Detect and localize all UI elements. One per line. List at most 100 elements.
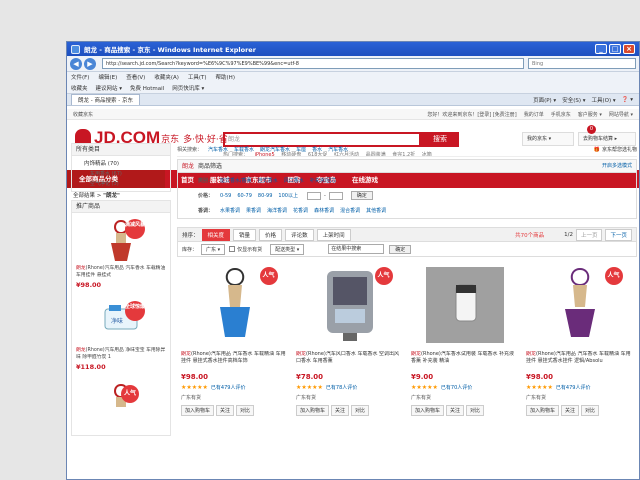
sort-sales[interactable]: 销量 (233, 228, 257, 241)
ie-search-input[interactable]: Bing (528, 58, 636, 69)
related-link[interactable]: 朗龙汽车香水 (260, 143, 290, 156)
region-select[interactable]: 广东 ▾ (201, 243, 226, 255)
product-name[interactable]: 朗龙(Rhone)汽车香水试用装 车载香水 补充液 香薰 补充装 精油 (411, 351, 518, 372)
bookmark-jd-link[interactable]: 收藏京东 (73, 111, 93, 118)
menu-tools[interactable]: 工具(T) (188, 73, 207, 81)
menu-favorites[interactable]: 收藏夹(A) (154, 73, 179, 81)
price-ok-button[interactable]: 确定 (350, 191, 373, 200)
filter-option[interactable]: 0-59 (220, 193, 231, 199)
back-button[interactable]: ◀ (70, 57, 82, 70)
product-image[interactable]: 人气 (190, 265, 280, 345)
related-link[interactable]: 汽车香水 (328, 143, 348, 156)
follow-button[interactable]: 关注 (331, 405, 350, 416)
related-link[interactable]: 汽车香水 (208, 143, 228, 156)
product-name[interactable]: 朗龙(Rhone)汽车用品 汽车香水 车载精油 车用挂件 悬挂式香水挂件 逻辑/… (526, 351, 633, 372)
filter-option[interactable]: 其他香调 (366, 207, 386, 214)
filter-option[interactable]: 海洋香调 (267, 207, 287, 214)
site-nav-link[interactable]: 网站导航 ▾ (609, 111, 633, 118)
product-image[interactable] (420, 265, 510, 345)
customer-service-link[interactable]: 客户服务 ▾ (578, 111, 602, 118)
product-card[interactable]: 人气 朗龙(Rhone)汽车用品 汽车香水 车载精油 车用挂件 悬挂式香水挂件 … (522, 265, 637, 416)
fav-hotmail[interactable]: 免费 Hotmail (130, 84, 164, 92)
related-link[interactable]: 香水 (312, 143, 322, 156)
tab-current[interactable]: 朗龙 - 商品搜索 - 京东 (71, 94, 140, 105)
next-page-button[interactable]: 下一页 (605, 228, 632, 241)
price-min-input[interactable] (306, 191, 321, 200)
mobile-jd-link[interactable]: 手机京东 (551, 111, 571, 118)
related-link[interactable]: 车载香水 (234, 143, 254, 156)
follow-button[interactable]: 关注 (446, 405, 465, 416)
product-name[interactable]: 朗龙(Rhone)汽车用品 汽车香水 车载精油 车用挂件 悬挂式香水挂件高档车饰 (181, 351, 288, 372)
review-count[interactable]: 已有479人评价 (556, 384, 591, 391)
forward-button[interactable]: ▶ (84, 57, 96, 70)
login-link[interactable]: 您好！欢迎来到京东！[登录] [免费注册] (427, 111, 516, 118)
add-to-cart-button[interactable]: 加入购物车 (411, 405, 445, 416)
car-purifier-image[interactable]: 净味 全球惊爆 (101, 301, 145, 345)
compare-button[interactable]: 对比 (236, 405, 255, 416)
price-max-input[interactable] (328, 191, 343, 200)
multi-select-toggle[interactable]: 开启多选模式 (602, 160, 632, 172)
filter-option[interactable]: 80-99 (258, 193, 273, 199)
sort-newest[interactable]: 上架时间 (316, 228, 351, 241)
maximize-button[interactable]: □ (609, 44, 621, 54)
perfume-hanging-image[interactable]: 满减风暴 (101, 219, 145, 263)
sort-price[interactable]: 价格 (259, 228, 283, 241)
tool-page[interactable]: 页面(P) ▾ (533, 96, 556, 104)
menu-view[interactable]: 查看(V) (126, 73, 145, 81)
prev-page-button[interactable]: 上一页 (575, 228, 603, 241)
product-card[interactable]: 人气 朗龙(Rhone)汽车用品 汽车香水 车载精油 车用挂件 悬挂式香水挂件高… (177, 265, 292, 416)
product-card[interactable]: 人气 朗龙(Rhone)汽车风口香水 车载香水 空调出风口香水 车用香薰 ¥78… (292, 265, 407, 416)
in-result-search-input[interactable]: 在结果中搜索 (328, 244, 385, 254)
compare-button[interactable]: 对比 (466, 405, 485, 416)
compare-button[interactable]: 对比 (581, 405, 600, 416)
perfume-hanging-image[interactable]: 人气 (101, 383, 141, 427)
filter-option[interactable]: 100以上 (278, 192, 298, 199)
review-count[interactable]: 已有78人评价 (326, 384, 357, 391)
fav-webslice[interactable]: 网页快讯库 ▾ (172, 84, 204, 92)
in-result-search-button[interactable]: 确定 (389, 244, 412, 254)
filter-option[interactable]: 水果香调 (220, 207, 240, 214)
sort-reviews[interactable]: 评论数 (285, 228, 314, 241)
promo-name[interactable]: 朗龙(Rhone)汽车用品 净味宝宝 车用除异味 除甲醛竹炭 1 (76, 347, 166, 361)
minimize-button[interactable]: _ (595, 44, 607, 54)
product-image[interactable]: 人气 (535, 265, 625, 345)
menu-file[interactable]: 文件(F) (71, 73, 89, 81)
follow-button[interactable]: 关注 (561, 405, 580, 416)
menu-help[interactable]: 帮助(H) (216, 73, 235, 81)
promo-name[interactable]: 朗龙(Rhone)汽车用品 汽车香水 车载精油 车用挂件 悬挂式 (76, 265, 166, 279)
review-count[interactable]: 已有479人评价 (211, 384, 246, 391)
compare-button[interactable]: 对比 (351, 405, 370, 416)
add-to-cart-button[interactable]: 加入购物车 (296, 405, 330, 416)
category-sub[interactable]: 空气净化 (3) (72, 178, 170, 191)
filter-option[interactable]: 混合香调 (340, 207, 360, 214)
category-main[interactable]: 内饰精品 (70) (72, 156, 170, 168)
product-name[interactable]: 朗龙(Rhone)汽车风口香水 车载香水 空调出风口香水 车用香薰 (296, 351, 403, 372)
filter-option[interactable]: 风口香水 (284, 177, 304, 184)
category-sub[interactable]: 车用香水 (67) (72, 168, 170, 178)
promo-item[interactable]: 净味 全球惊爆 朗龙(Rhone)汽车用品 净味宝宝 车用除异味 除甲醛竹炭 1… (72, 295, 170, 377)
fav-suggested[interactable]: 建议网站 ▾ (96, 84, 123, 92)
review-count[interactable]: 已有70人评价 (441, 384, 472, 391)
in-stock-checkbox[interactable] (229, 246, 236, 252)
add-to-cart-button[interactable]: 加入购物车 (181, 405, 215, 416)
tool-help[interactable]: ❓ ▾ (622, 97, 633, 103)
menu-edit[interactable]: 编辑(E) (98, 73, 117, 81)
filter-option[interactable]: 挂式香水 (258, 177, 278, 184)
tool-tools[interactable]: 工具(O) ▾ (592, 96, 616, 104)
url-field[interactable]: http://search.jd.com/Search?keyword=%E6%… (102, 58, 524, 69)
add-to-cart-button[interactable]: 加入购物车 (526, 405, 560, 416)
promo-item[interactable]: 人气 (72, 377, 170, 435)
sort-relevance[interactable]: 相关度 (201, 228, 231, 241)
follow-button[interactable]: 关注 (216, 405, 235, 416)
filter-option[interactable]: 花香调 (293, 207, 308, 214)
favorites-button[interactable]: 收藏夹 (71, 84, 88, 92)
related-link[interactable]: 车座 (296, 143, 306, 156)
filter-option[interactable]: 森林香调 (314, 207, 334, 214)
close-button[interactable]: × (623, 44, 635, 54)
my-orders-link[interactable]: 我的订单 (524, 111, 544, 118)
product-card[interactable]: 朗龙(Rhone)汽车香水试用装 车载香水 补充液 香薰 补充装 精油 ¥9.0… (407, 265, 522, 416)
gift-link[interactable]: 京东帮您选礼物 (602, 143, 637, 156)
filter-option[interactable]: 果香调 (246, 207, 261, 214)
filter-option[interactable]: 补充液/固芯 (310, 177, 337, 184)
ship-type-select[interactable]: 配送类型 ▾ (270, 243, 305, 255)
